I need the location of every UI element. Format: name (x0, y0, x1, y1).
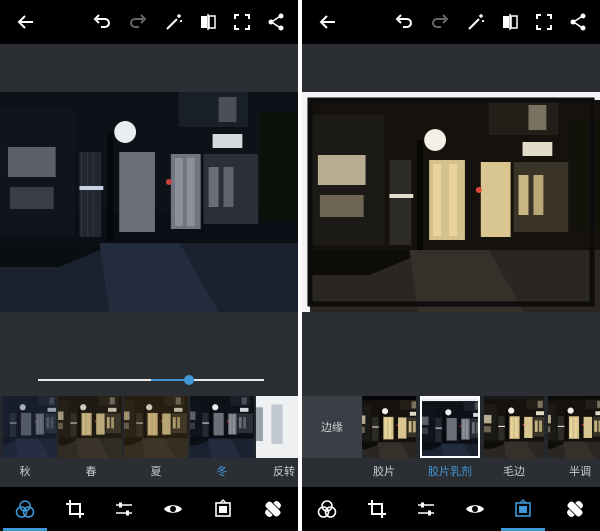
eye-icon[interactable] (464, 498, 486, 520)
adjust-icon[interactable] (415, 498, 437, 520)
crop-icon[interactable] (64, 498, 86, 520)
compare-icon[interactable] (498, 10, 522, 34)
filter-thumbnail-winter[interactable] (190, 396, 254, 458)
bottom-toolbar (0, 487, 298, 531)
filters-icon[interactable] (14, 498, 36, 520)
filter-thumbnail-spring[interactable] (58, 396, 122, 458)
border-label-row: 胶片 胶片乳剂 毛边 半调 (302, 458, 600, 484)
magic-wand-icon[interactable] (162, 10, 186, 34)
border-category-tab[interactable]: 边缘 (302, 396, 362, 458)
filter-thumbnail-autumn[interactable] (3, 396, 56, 458)
top-toolbar (0, 0, 298, 44)
photo-canvas[interactable] (0, 92, 298, 312)
redo-icon[interactable] (428, 10, 452, 34)
compare-icon[interactable] (196, 10, 220, 34)
top-toolbar (302, 0, 600, 44)
back-arrow-icon[interactable] (316, 10, 340, 34)
filter-label[interactable]: 反转 (273, 463, 295, 479)
crop-icon[interactable] (366, 498, 388, 520)
magic-wand-icon[interactable] (464, 10, 488, 34)
healing-icon[interactable] (564, 498, 586, 520)
border-frame-icon[interactable] (512, 498, 534, 520)
fullscreen-icon[interactable] (532, 10, 556, 34)
border-label[interactable]: 毛边 (503, 463, 525, 479)
border-thumbnail-rough-edge[interactable] (484, 396, 544, 458)
undo-icon[interactable] (90, 10, 114, 34)
filter-label[interactable]: 秋 (20, 463, 31, 479)
filter-thumbnail-summer[interactable] (124, 396, 188, 458)
border-thumbnail-halftone[interactable] (548, 396, 600, 458)
filter-thumbnail-invert[interactable] (256, 396, 298, 458)
left-editor-panel: 秋 春 夏 冬 反转 (0, 0, 298, 531)
filter-label-selected[interactable]: 冬 (217, 463, 228, 479)
filter-label-row: 秋 春 夏 冬 反转 (0, 458, 298, 484)
share-icon[interactable] (566, 10, 590, 34)
filter-label[interactable]: 春 (86, 463, 97, 479)
border-label-selected[interactable]: 胶片乳剂 (428, 463, 472, 479)
filter-label[interactable]: 夏 (151, 463, 162, 479)
healing-icon[interactable] (262, 498, 284, 520)
filters-icon[interactable] (316, 498, 338, 520)
adjust-icon[interactable] (113, 498, 135, 520)
right-editor-panel: 边缘 胶片 胶片乳剂 毛边 半调 (302, 0, 600, 531)
filter-thumbnail-strip (0, 396, 298, 458)
border-category-label: 边缘 (321, 421, 343, 434)
bottom-toolbar (302, 487, 600, 531)
redo-icon[interactable] (126, 10, 150, 34)
border-frame-icon[interactable] (212, 498, 234, 520)
share-icon[interactable] (264, 10, 288, 34)
intensity-slider[interactable] (38, 374, 264, 386)
border-thumbnail-film[interactable] (362, 396, 416, 458)
border-label[interactable]: 半调 (569, 463, 591, 479)
back-arrow-icon[interactable] (14, 10, 38, 34)
eye-icon[interactable] (162, 498, 184, 520)
slider-handle[interactable] (184, 375, 195, 385)
fullscreen-icon[interactable] (230, 10, 254, 34)
photo-canvas-with-border[interactable] (302, 92, 600, 312)
undo-icon[interactable] (392, 10, 416, 34)
border-thumbnail-film-emulsion[interactable] (420, 396, 480, 458)
border-label[interactable]: 胶片 (373, 463, 395, 479)
